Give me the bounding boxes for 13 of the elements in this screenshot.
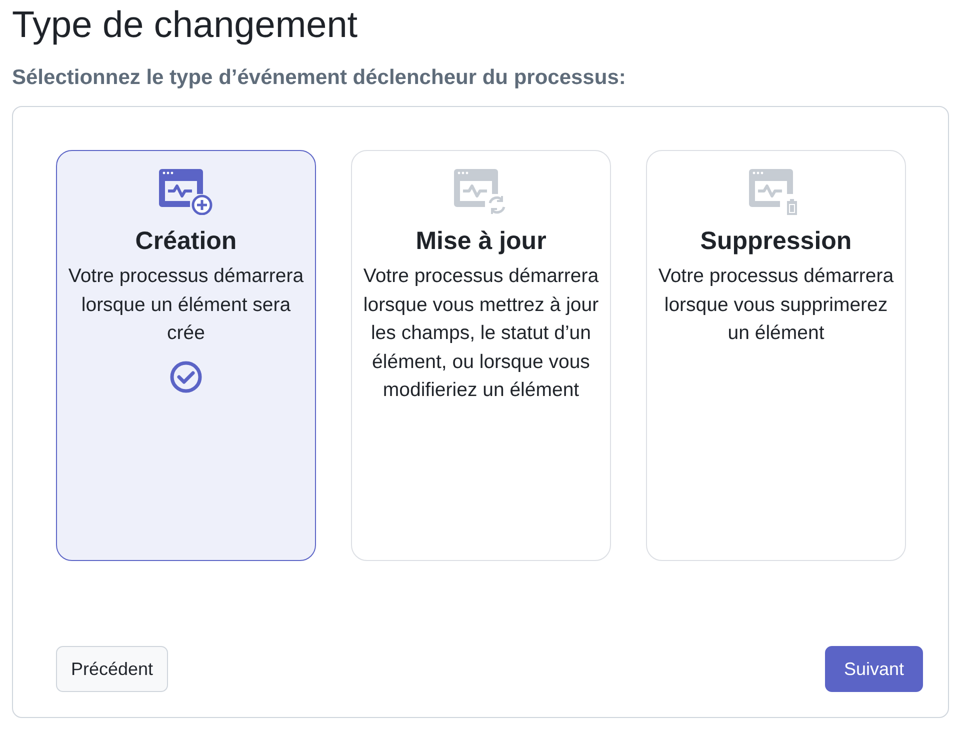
card-description: Votre processus démarrera lorsque un élément sera crée	[67, 264, 305, 346]
next-button[interactable]: Suivant	[824, 646, 923, 692]
card-title: Création	[135, 227, 237, 256]
card-description: Votre processus démarrera lorsque vous supprimerez un élément	[657, 264, 895, 346]
previous-button[interactable]: Précédent	[56, 646, 168, 692]
page-subtitle: Sélectionnez le type d’événement déclencheur du processus:	[12, 66, 627, 91]
card-title: Mise à jour	[416, 227, 546, 256]
choice-card[interactable]: Mise à jour Votre processus démarrera lorsque vous mettrez à jour les champs, le statut d’un élément, ou lorsque vous modifieriez un élément	[351, 150, 611, 561]
page-title: Type de changement	[12, 3, 359, 47]
card-description: Votre processus démarrera lorsque vous mettrez à jour les champs, le statut d’un élément, ou lorsque vous modifieriez un élément	[362, 264, 600, 403]
choice-card[interactable]: Suppression Votre processus démarrera lorsque vous supprimerez un élément	[646, 150, 906, 561]
choice-card[interactable]: Création Votre processus démarrera lorsque un élément sera crée	[56, 150, 316, 561]
card-title: Suppression	[700, 227, 852, 256]
